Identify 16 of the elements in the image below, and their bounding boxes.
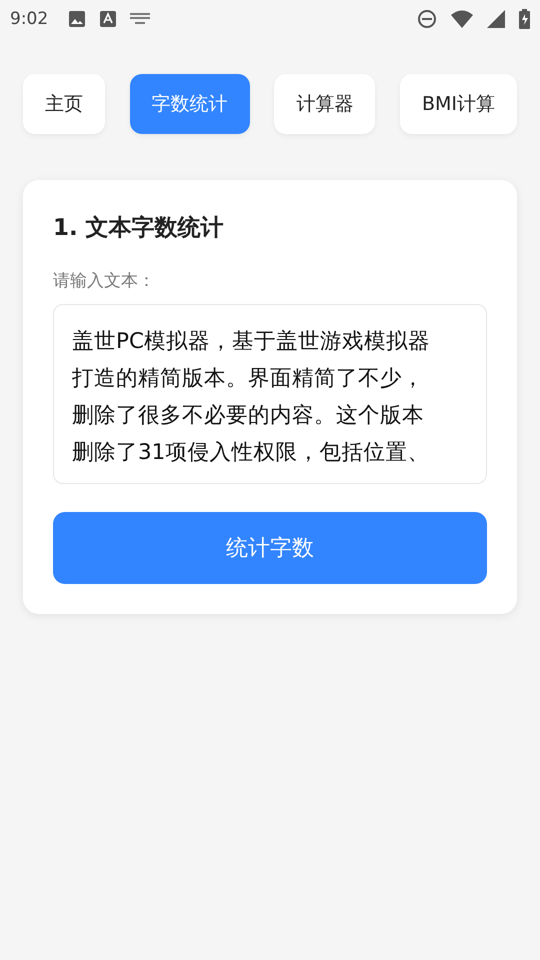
status-time: 9:02	[10, 9, 48, 29]
signal-icon	[487, 10, 505, 28]
do-not-disturb-icon	[417, 9, 437, 29]
tab[interactable]: 主页	[23, 74, 105, 134]
text-input-field[interactable]: 盖世PC模拟器，基于盖世游戏模拟器打造的精简版本。界面精简了不少，删除了很多不必要的内容。这个版本删除了31项侵入性权限，包括位置、	[53, 304, 487, 484]
tab[interactable]: 计算器	[274, 74, 376, 134]
wifi-icon	[451, 10, 473, 28]
text-icon	[100, 10, 116, 28]
keyboard-icon	[130, 13, 150, 25]
count-button[interactable]: 统计字数	[53, 512, 487, 584]
tab[interactable]: BMI计算	[400, 74, 517, 134]
battery-icon	[519, 9, 530, 29]
field-label: 请输入文本：	[53, 270, 156, 292]
image-icon	[68, 10, 86, 28]
tab[interactable]: 字数统计	[130, 74, 250, 134]
section-title: 1. 文本字数统计	[53, 214, 225, 243]
